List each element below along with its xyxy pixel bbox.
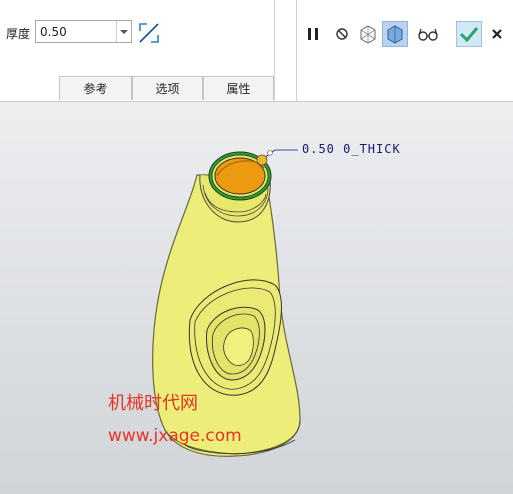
thickness-annotation[interactable]: 0.50 0_THICK [302, 142, 401, 156]
watermark-url: www.jxage.com [108, 426, 242, 446]
shell-model[interactable] [0, 0, 513, 494]
watermark-title: 机械时代网 [108, 393, 198, 414]
